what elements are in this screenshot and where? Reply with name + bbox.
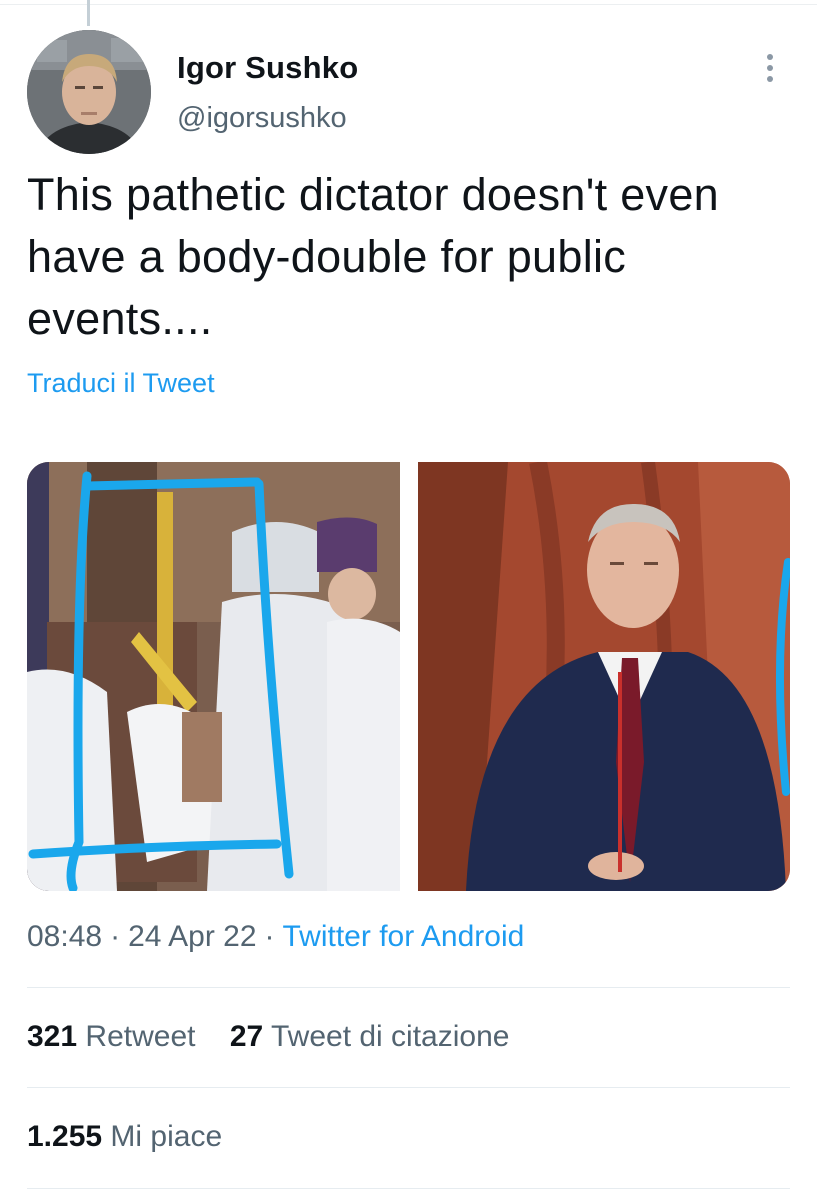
display-name[interactable]: Igor Sushko <box>177 50 358 86</box>
more-dot <box>767 54 773 60</box>
likes-stat[interactable]: 1.255 Mi piace <box>27 1120 222 1154</box>
tweet-text: This pathetic dictator doesn't even have… <box>27 169 719 344</box>
tweet-date[interactable]: 24 Apr 22 <box>128 920 256 953</box>
quote-tweets-label: Tweet di citazione <box>270 1020 510 1053</box>
likes-stats-row: 1.255 Mi piace <box>27 1120 248 1154</box>
likes-count: 1.255 <box>27 1120 103 1153</box>
media-photo-left[interactable] <box>27 462 400 891</box>
thread-connector-line <box>87 0 90 26</box>
more-vertical-icon[interactable] <box>752 50 788 86</box>
more-dot <box>767 76 773 82</box>
separator-dot: · <box>264 920 275 953</box>
tweet-source-link[interactable]: Twitter for Android <box>283 920 525 953</box>
user-handle[interactable]: @igorsushko <box>177 102 347 135</box>
retweets-stat[interactable]: 321 Retweet <box>27 1020 195 1054</box>
divider <box>27 987 790 988</box>
top-divider <box>0 4 817 5</box>
more-dot <box>767 65 773 71</box>
avatar-image <box>27 30 151 154</box>
divider <box>27 1087 790 1088</box>
media-grid <box>27 462 790 891</box>
tweet-metadata: 08:48 · 24 Apr 22 · Twitter for Android <box>27 920 524 954</box>
divider <box>27 1188 790 1189</box>
avatar[interactable] <box>27 30 151 154</box>
tweet-time[interactable]: 08:48 <box>27 920 102 953</box>
media-photo-right[interactable] <box>418 462 790 891</box>
quote-tweets-count: 27 <box>229 1020 264 1053</box>
quote-tweets-stat[interactable]: 27 Tweet di citazione <box>230 1020 510 1054</box>
translate-tweet-link[interactable]: Traduci il Tweet <box>27 368 215 399</box>
retweets-count: 321 <box>27 1020 78 1053</box>
separator-dot: · <box>110 920 121 953</box>
likes-label: Mi piace <box>110 1120 223 1153</box>
engagement-stats-row: 321 Retweet 27 Tweet di citazione <box>27 1020 535 1054</box>
retweets-label: Retweet <box>85 1020 196 1053</box>
